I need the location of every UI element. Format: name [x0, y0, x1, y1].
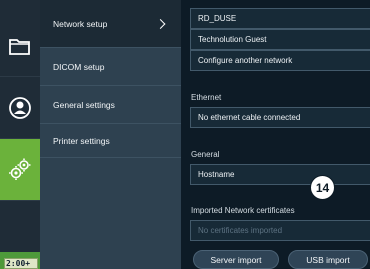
network-settings-panel: RD_DUSE Technolution Guest Configure ano…: [181, 0, 370, 269]
rail-item-files[interactable]: [0, 15, 40, 77]
menu-item-label: Network setup: [53, 18, 108, 29]
hostname-field[interactable]: Hostname: [190, 164, 370, 185]
wifi-network-item[interactable]: RD_DUSE: [190, 8, 370, 29]
menu-item-label: Printer settings: [53, 135, 110, 146]
certificates-label: Imported Network certificates: [191, 206, 295, 215]
configure-network-button[interactable]: Configure another network: [190, 50, 370, 71]
certificates-list: No certificates imported: [190, 220, 370, 241]
ethernet-label: Ethernet: [191, 93, 222, 102]
ethernet-status-field: No ethernet cable connected: [190, 107, 370, 128]
timer-readout: 2:00+: [4, 258, 38, 269]
folder-icon: [9, 38, 30, 55]
menu-item-label: DICOM setup: [53, 61, 105, 72]
general-label: General: [191, 150, 220, 159]
menu-item-printer-settings[interactable]: Printer settings: [40, 124, 181, 158]
menu-item-dicom-setup[interactable]: DICOM setup: [40, 48, 181, 86]
user-icon: [9, 96, 31, 119]
wifi-network-item[interactable]: Technolution Guest: [190, 29, 370, 50]
callout-badge: 14: [310, 175, 335, 200]
menu-item-general-settings[interactable]: General settings: [40, 86, 181, 124]
gear-icon: [9, 158, 31, 180]
menu-item-network-setup[interactable]: Network setup: [40, 0, 181, 48]
chevron-right-icon: [155, 18, 166, 29]
menu-item-label: General settings: [53, 99, 115, 110]
usb-import-button[interactable]: USB import: [288, 250, 368, 269]
settings-menu: Network setup DICOM setup General settin…: [40, 0, 181, 269]
server-import-button[interactable]: Server import: [193, 250, 279, 269]
rail-item-patients[interactable]: [0, 77, 40, 139]
rail-item-settings[interactable]: [0, 139, 40, 201]
icon-rail: 2:00+: [0, 0, 40, 269]
